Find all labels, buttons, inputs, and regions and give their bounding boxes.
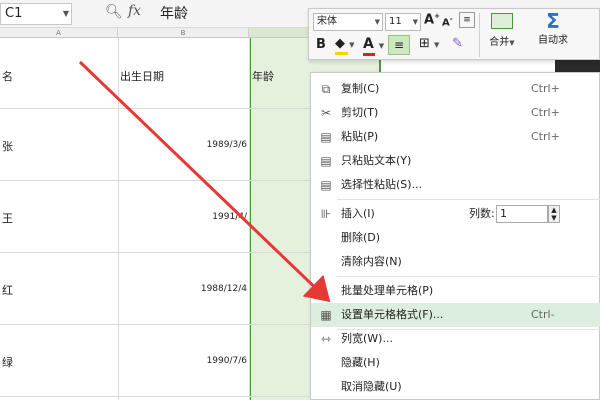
autosum-button[interactable]: Σ 自动求 <box>531 11 575 46</box>
menu-item-label: 粘贴(P) <box>341 130 379 143</box>
increase-font-button[interactable]: A+ <box>424 12 440 27</box>
menu-item-label: 列宽(W)... <box>341 332 393 345</box>
paint-bucket-icon: ◆ <box>335 36 345 51</box>
fill-color-bar <box>335 52 348 55</box>
menu-item-label: 设置单元格格式(F)... <box>341 308 444 321</box>
merge-button[interactable]: 合并▼ <box>484 13 520 48</box>
function-icon[interactable]: fx <box>128 3 141 19</box>
menu-item-label: 插入(I) <box>341 207 375 220</box>
format-cells-icon: ▦ <box>320 308 332 322</box>
zoom-icon[interactable]: 🔍︎ <box>105 4 123 20</box>
name-box[interactable]: C1 ▼ <box>0 3 72 25</box>
font-color-label: A <box>363 36 374 52</box>
menu-item-batch[interactable]: 批量处理单元格(P) <box>311 279 600 303</box>
cell-header-age[interactable]: 年龄 <box>252 68 274 84</box>
chevron-down-icon: ▼ <box>412 18 418 26</box>
menu-item-label: 批量处理单元格(P) <box>341 284 434 297</box>
font-family-select[interactable]: 宋体 ▼ <box>313 13 383 31</box>
cell-name[interactable]: 绿 <box>2 354 13 370</box>
menu-item-clear[interactable]: 清除内容(N) <box>311 250 600 274</box>
cell-name[interactable]: 红 <box>2 282 13 298</box>
column-header-a[interactable]: A <box>0 28 118 38</box>
chevron-down-icon: ▼ <box>509 39 515 47</box>
paste-special-icon: ▤ <box>320 178 332 192</box>
font-color-button[interactable]: A ▼ <box>363 36 385 56</box>
clear-format-icon[interactable]: ≡ <box>459 12 475 28</box>
menu-item-hide[interactable]: 隐藏(H) <box>311 351 600 375</box>
menu-item-delete[interactable]: 删除(D) <box>311 226 600 250</box>
copy-icon: ⧉ <box>321 82 331 96</box>
menu-item-cut[interactable]: ✂ 剪切(T) Ctrl+ <box>311 101 600 125</box>
menu-item-shortcut: Ctrl+ <box>531 82 560 95</box>
menu-item-label: 只粘贴文本(Y) <box>341 154 412 167</box>
menu-item-shortcut: Ctrl+ <box>531 130 560 143</box>
menu-divider <box>337 199 600 200</box>
paste-text-icon: ▤ <box>320 154 332 168</box>
menu-item-label: 删除(D) <box>341 231 381 244</box>
menu-item-label: 隐藏(H) <box>341 356 380 369</box>
menu-item-shortcut: Ctrl+ <box>531 106 560 119</box>
menu-item-paste-special[interactable]: ▤ 选择性粘贴(S)... <box>311 173 600 197</box>
menu-item-copy[interactable]: ⧉ 复制(C) Ctrl+ <box>311 77 600 101</box>
context-menu: ⧉ 复制(C) Ctrl+ ✂ 剪切(T) Ctrl+ ▤ 粘贴(P) Ctrl… <box>310 72 600 400</box>
menu-divider <box>337 276 600 277</box>
chevron-down-icon: ▼ <box>349 41 355 49</box>
align-center-button[interactable]: ≡ <box>388 35 410 55</box>
chevron-down-icon[interactable]: ▼ <box>63 4 69 24</box>
cell-header-name[interactable]: 名 <box>2 68 13 84</box>
merge-label: 合并 <box>489 37 510 48</box>
scissors-icon: ✂ <box>320 106 332 120</box>
grid-line <box>118 38 119 400</box>
cell-name[interactable]: 张 <box>2 138 13 154</box>
column-count-input[interactable]: 1 <box>496 205 548 223</box>
decrease-font-label: A <box>442 17 450 29</box>
cell-dob[interactable]: 1991/4/ <box>130 212 247 222</box>
cell-header-dob[interactable]: 出生日期 <box>120 68 164 84</box>
cell-name[interactable]: 王 <box>2 210 13 226</box>
column-count-label: 列数: <box>469 207 495 220</box>
menu-item-label: 清除内容(N) <box>341 255 402 268</box>
menu-item-paste[interactable]: ▤ 粘贴(P) Ctrl+ <box>311 125 600 149</box>
menu-item-label: 选择性粘贴(S)... <box>341 178 423 191</box>
cell-dob[interactable]: 1989/3/6 <box>130 140 247 150</box>
divider <box>479 13 480 57</box>
menu-item-format-cells[interactable]: ▦ 设置单元格格式(F)... Ctrl- <box>311 303 600 327</box>
border-icon: ⊞ <box>419 36 430 51</box>
chevron-down-icon: ▼ <box>434 41 440 49</box>
chevron-down-icon: ▼ <box>374 18 380 26</box>
borders-button[interactable]: ⊞ ▼ <box>419 36 439 51</box>
format-toolbar: 宋体 ▼ 11 ▼ A+ A- ≡ B ◆ ▼ A ▼ ≡ ⊞ ▼ ✎ 合并▼ … <box>308 8 600 60</box>
autosum-label: 自动求 <box>538 35 568 46</box>
merge-icon <box>491 13 513 29</box>
column-width-icon: ⇿ <box>320 332 332 346</box>
column-count-spinner[interactable]: ▲ ▼ <box>548 205 560 223</box>
menu-item-insert[interactable]: ⊪ 插入(I) 列数: 1 ▲ ▼ <box>311 202 600 226</box>
menu-item-label: 复制(C) <box>341 82 380 95</box>
format-painter-icon[interactable]: ✎ <box>452 36 463 51</box>
decrease-font-button[interactable]: A- <box>442 15 453 28</box>
formula-input[interactable]: 年龄 <box>160 3 320 25</box>
sigma-icon: Σ <box>546 9 560 33</box>
menu-item-unhide[interactable]: 取消隐藏(U) <box>311 375 600 399</box>
increase-font-label: A <box>424 12 435 28</box>
font-size-select[interactable]: 11 ▼ <box>385 13 421 31</box>
chevron-down-icon: ▼ <box>378 42 385 50</box>
column-header-b[interactable]: B <box>118 28 249 38</box>
menu-item-shortcut: Ctrl- <box>531 308 555 321</box>
menu-item-paste-text[interactable]: ▤ 只粘贴文本(Y) <box>311 149 600 173</box>
menu-item-column-width[interactable]: ⇿ 列宽(W)... <box>311 327 600 351</box>
insert-column-icon: ⊪ <box>320 207 332 221</box>
cell-dob[interactable]: 1990/7/6 <box>130 356 247 366</box>
name-box-value: C1 <box>5 6 23 21</box>
fill-color-button[interactable]: ◆ ▼ <box>335 36 355 55</box>
menu-item-label: 剪切(T) <box>341 106 379 119</box>
menu-item-label: 取消隐藏(U) <box>341 380 402 393</box>
grid-line <box>249 38 250 400</box>
bold-button[interactable]: B <box>316 37 326 52</box>
clipboard-icon: ▤ <box>320 130 332 144</box>
font-family-value: 宋体 <box>317 16 337 27</box>
cell-dob[interactable]: 1988/12/4 <box>130 284 247 294</box>
font-color-bar <box>363 53 375 56</box>
font-size-value: 11 <box>389 16 402 27</box>
